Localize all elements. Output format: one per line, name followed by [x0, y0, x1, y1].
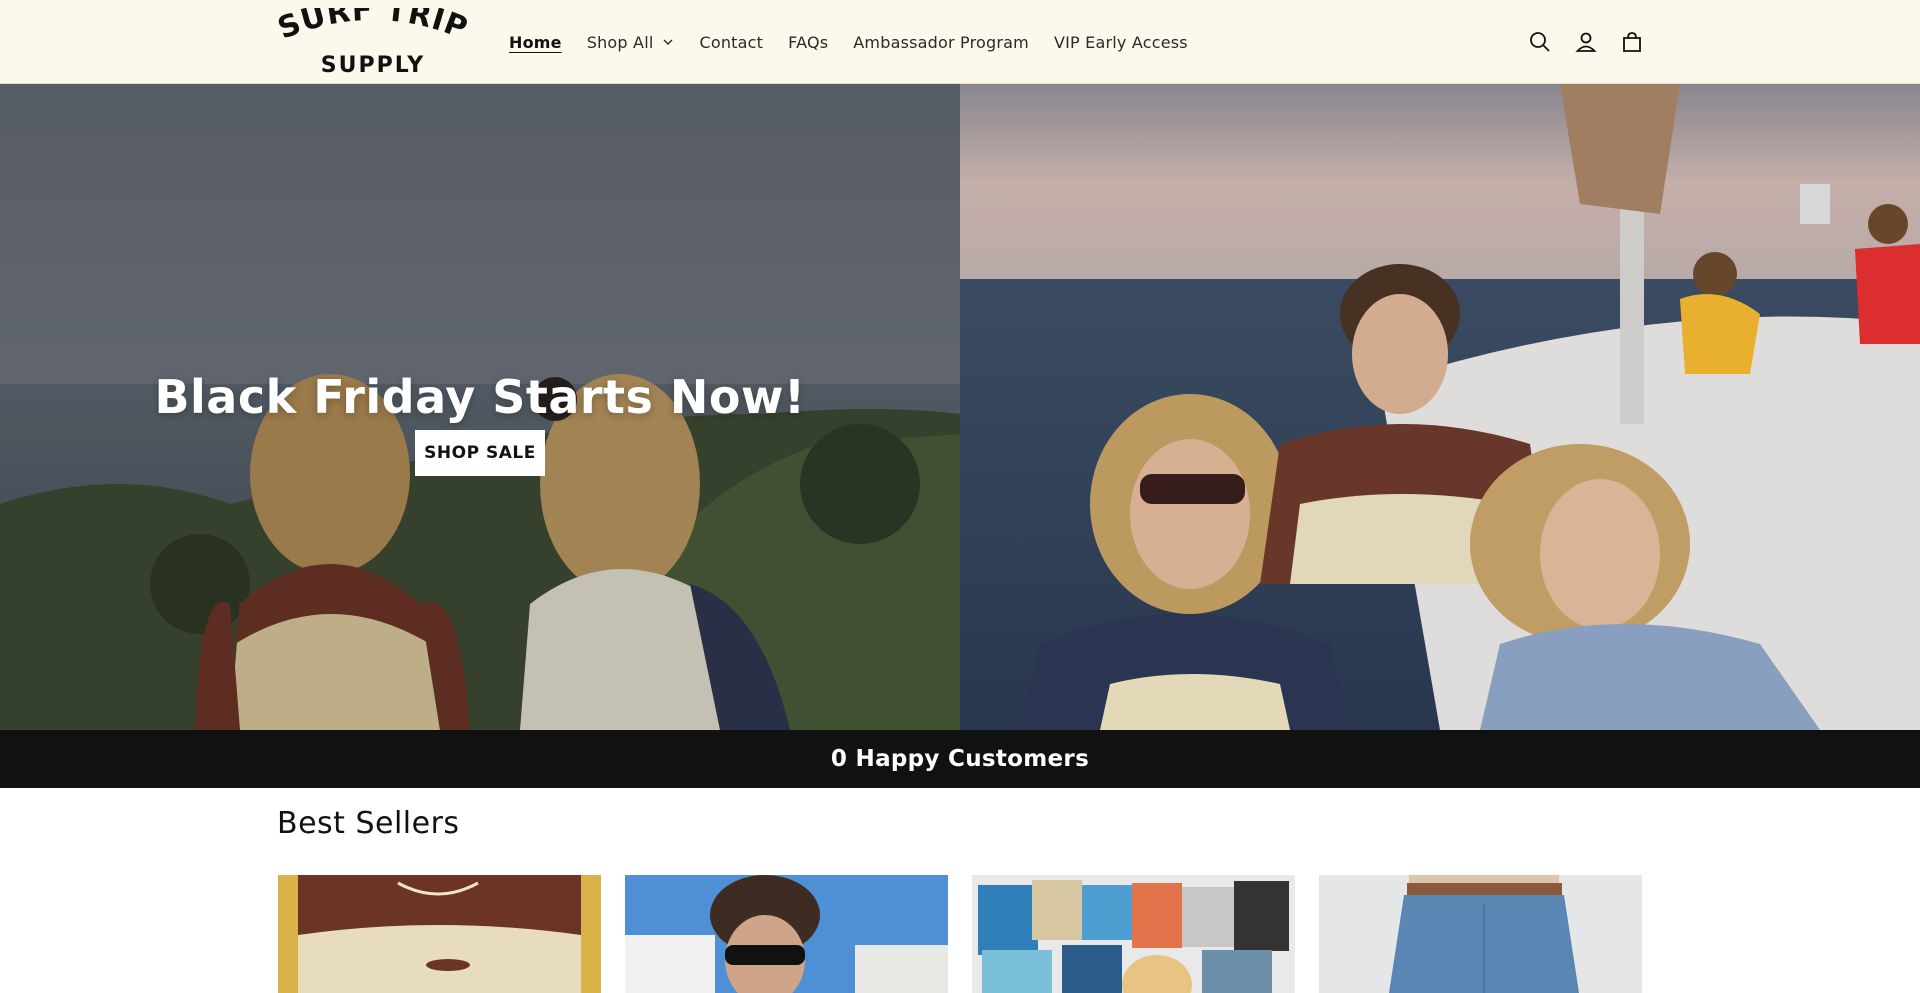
- search-icon: [1530, 32, 1550, 52]
- product-grid: [278, 875, 1644, 993]
- nav-home-label: Home: [509, 32, 562, 52]
- nav-faqs-label: FAQs: [788, 32, 829, 52]
- nav-shop-all-label: Shop All: [586, 32, 654, 52]
- product-image-sweater: [278, 875, 601, 993]
- hero-title: Black Friday Starts Now!: [154, 370, 806, 424]
- nav-home[interactable]: Home: [509, 33, 562, 52]
- product-card[interactable]: [1319, 875, 1642, 993]
- product-image-jeans: [1319, 875, 1642, 993]
- cart-icon: [1623, 32, 1641, 52]
- product-image-guy-sunglasses: [625, 875, 948, 993]
- logo[interactable]: SURF TRIP SUPPLY: [273, 0, 472, 78]
- nav-vip-early-access[interactable]: VIP Early Access: [1054, 33, 1188, 52]
- product-card[interactable]: [625, 875, 948, 993]
- best-sellers-title: Best Sellers: [277, 806, 460, 841]
- customer-count-banner: 0 Happy Customers: [0, 730, 1920, 788]
- nav-contact[interactable]: Contact: [699, 33, 763, 52]
- nav-shop-all[interactable]: Shop All: [587, 33, 675, 52]
- nav-ambassador-program[interactable]: Ambassador Program: [853, 33, 1029, 52]
- hero-photo-sailboat: [960, 84, 1920, 730]
- product-card[interactable]: [278, 875, 601, 993]
- account-button[interactable]: [1568, 24, 1604, 60]
- logo-line2: SUPPLY: [321, 53, 425, 78]
- nav-contact-label: Contact: [699, 32, 764, 52]
- product-image-magazine-collage: [972, 875, 1295, 993]
- main-nav: Home Shop All Contact FAQs Ambassador Pr…: [509, 0, 1213, 84]
- shop-sale-button[interactable]: SHOP SALE: [415, 430, 545, 476]
- header-icons: [1522, 24, 1660, 60]
- logo-image: SURF TRIP SUPPLY: [273, 0, 472, 78]
- banner-text: 0 Happy Customers: [830, 746, 1090, 772]
- account-icon: [1575, 32, 1597, 52]
- hero-image-right: [960, 84, 1920, 730]
- nav-vip-label: VIP Early Access: [1053, 32, 1188, 52]
- nav-ambassador-label: Ambassador Program: [853, 32, 1029, 52]
- cart-button[interactable]: [1614, 24, 1650, 60]
- svg-text:SURF TRIP: SURF TRIP: [278, 8, 468, 47]
- site-header: SURF TRIP SUPPLY Home Shop All Contact F…: [0, 0, 1920, 84]
- logo-line1: SURF TRIP: [273, 0, 472, 47]
- nav-faqs[interactable]: FAQs: [788, 33, 828, 52]
- search-button[interactable]: [1522, 24, 1558, 60]
- hero-banner: Black Friday Starts Now! SHOP SALE: [0, 84, 1920, 730]
- chevron-down-icon: [663, 39, 673, 45]
- product-card[interactable]: [972, 875, 1295, 993]
